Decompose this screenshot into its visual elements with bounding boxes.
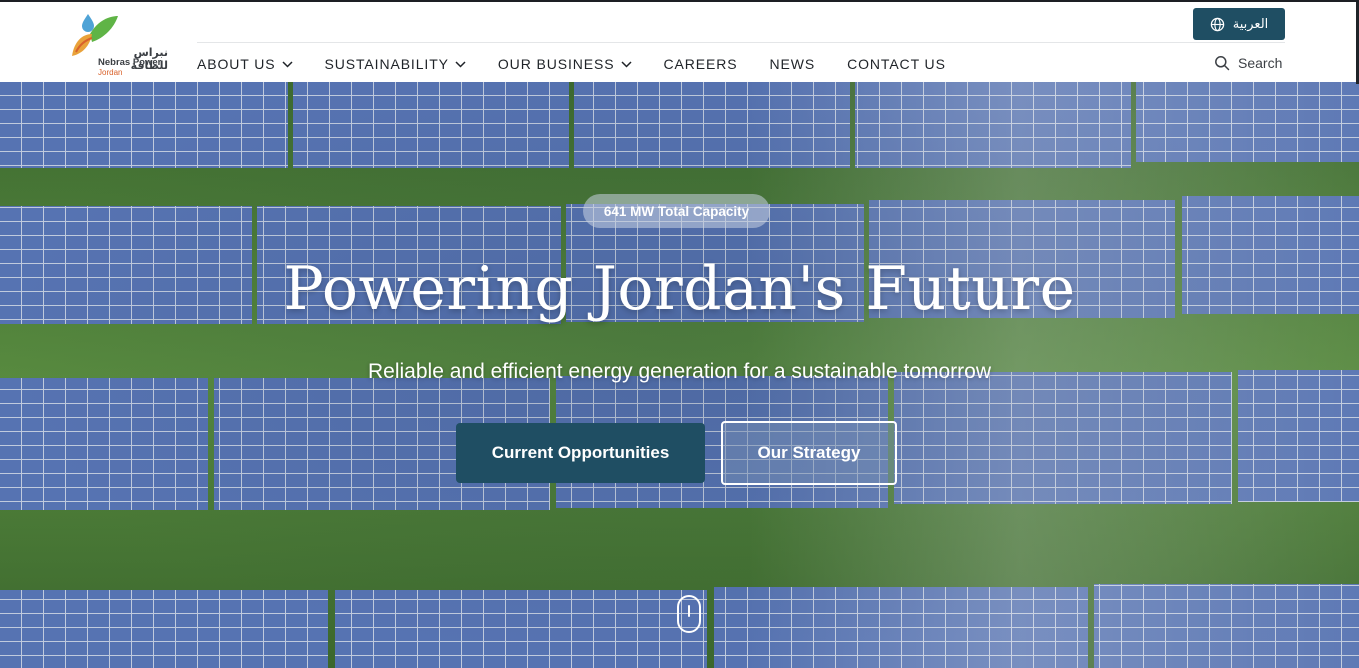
search-button[interactable]: Search	[1214, 55, 1282, 71]
nav-item-our-business[interactable]: OUR BUSINESS	[498, 56, 632, 72]
nav-item-label: ABOUT US	[197, 56, 276, 72]
nav-item-label: CONTACT US	[847, 56, 946, 72]
nav-item-contact-us[interactable]: CONTACT US	[847, 56, 946, 72]
main-nav: ABOUT US SUSTAINABILITY OUR BUSINESS CAR…	[197, 54, 978, 74]
hero-subtitle: Reliable and efficient energy generation…	[368, 360, 991, 383]
nav-item-news[interactable]: NEWS	[769, 56, 815, 72]
current-opportunities-button[interactable]: Current Opportunities	[456, 423, 705, 483]
site-header: نبراس للطاقة Nebras Power Jordan العربية…	[0, 0, 1359, 84]
nav-item-label: SUSTAINABILITY	[324, 56, 449, 72]
chevron-down-icon	[281, 61, 293, 68]
header-divider	[197, 42, 1285, 43]
search-icon	[1215, 56, 1230, 71]
nav-item-label: OUR BUSINESS	[497, 56, 615, 72]
nav-item-careers[interactable]: CAREERS	[664, 56, 738, 72]
our-strategy-button[interactable]: Our Strategy	[721, 421, 897, 485]
language-switch-label: العربية	[1232, 16, 1269, 32]
capacity-badge: 641 MW Total Capacity	[583, 194, 770, 228]
language-switch-button[interactable]: العربية	[1193, 8, 1285, 40]
mouse-scroll-icon[interactable]	[677, 595, 701, 633]
nav-item-label: CAREERS	[663, 56, 738, 72]
logo-english-name: Nebras Power	[98, 57, 162, 68]
search-label: Search	[1238, 55, 1283, 71]
logo[interactable]: نبراس للطاقة Nebras Power Jordan	[68, 12, 168, 78]
hero-title: Powering Jordan's Future	[283, 254, 1076, 324]
hero-section: 641 MW Total Capacity Powering Jordan's …	[0, 82, 1359, 668]
nav-item-label: NEWS	[769, 56, 816, 72]
chevron-down-icon	[455, 61, 466, 68]
chevron-down-icon	[620, 61, 632, 68]
scroll-wheel-dot	[688, 605, 690, 617]
globe-icon	[1210, 17, 1224, 31]
logo-region: Jordan	[98, 68, 123, 77]
nav-item-sustainability[interactable]: SUSTAINABILITY	[325, 56, 466, 72]
nav-item-about-us[interactable]: ABOUT US	[197, 56, 293, 72]
